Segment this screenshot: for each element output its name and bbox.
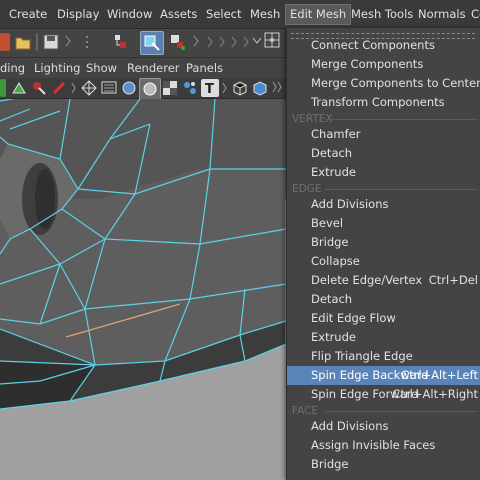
shortcut-label: Ctrl+Del [428, 273, 478, 287]
menu-item-merge-components[interactable]: Merge Components [287, 55, 480, 74]
new-scene-icon[interactable] [0, 33, 10, 51]
toolbar-separator [36, 33, 38, 51]
menu-item-edge-bevel[interactable]: Bevel [287, 214, 480, 233]
shortcut-label: Ctrl+Alt+Left [401, 368, 478, 382]
image-plane-icon[interactable] [50, 79, 68, 97]
menu-item-edge-bridge[interactable]: Bridge [287, 233, 480, 252]
resolution-gate-icon[interactable] [100, 79, 118, 97]
menu-create[interactable]: Create [5, 5, 51, 24]
wireframe-icon[interactable] [80, 79, 98, 97]
select-hierarchy-icon[interactable] [112, 33, 130, 51]
xray-icon[interactable] [231, 79, 249, 97]
menu-item-edge-extrude[interactable]: Extrude [287, 328, 480, 347]
menu-assets[interactable]: Assets [156, 5, 201, 24]
menu-item-vertex-detach[interactable]: Detach [287, 144, 480, 163]
panel-menu-panels[interactable]: Panels [186, 61, 223, 75]
toolbar-dots [84, 33, 90, 51]
panel-menu-lighting[interactable]: Lighting [34, 61, 80, 75]
menu-item-merge-to-center[interactable]: Merge Components to Center [287, 74, 480, 93]
menu-item-assign-invisible-faces[interactable]: Assign Invisible Faces [287, 436, 480, 455]
menu-item-delete-edge-vertex[interactable]: Delete Edge/Vertex Ctrl+Del [287, 271, 480, 290]
overflow-icon[interactable] [271, 79, 283, 97]
section-header-edge: EDGE [291, 182, 478, 196]
select-object-icon[interactable] [140, 31, 164, 55]
panel-menu-show[interactable]: Show [86, 61, 117, 75]
section-header-face: FACE [291, 404, 478, 418]
lights-icon[interactable] [181, 79, 199, 97]
camera-icon[interactable] [0, 79, 6, 97]
menu-item-spin-edge-backward[interactable]: Spin Edge Backward Ctrl+Alt+Left [287, 366, 480, 385]
toolbar-separator [192, 32, 202, 50]
menu-item-vertex-chamfer[interactable]: Chamfer [287, 125, 480, 144]
text-icon[interactable]: T [201, 79, 219, 97]
menu-item-vertex-extrude[interactable]: Extrude [287, 163, 480, 182]
panel-menu-bar: ding Lighting Show Renderer Panels [0, 58, 286, 78]
grid-icon[interactable] [10, 79, 28, 97]
shaded-wire-icon[interactable] [139, 78, 161, 100]
menu-mesh[interactable]: Mesh [246, 5, 284, 24]
select-component-icon[interactable] [168, 33, 186, 51]
menu-item-edge-collapse[interactable]: Collapse [287, 252, 480, 271]
texture-icon[interactable] [161, 79, 179, 97]
panel-menu-renderer[interactable]: Renderer [127, 61, 180, 75]
section-header-vertex: VERTEX [291, 112, 478, 126]
snap-grid-icon[interactable] [264, 32, 280, 48]
menu-item-connect-components[interactable]: Connect Components [287, 36, 480, 55]
status-line-toolbar [0, 29, 286, 58]
svg-text:T: T [205, 82, 214, 97]
chevron-down-icon[interactable] [251, 35, 263, 53]
menu-normals[interactable]: Normals [414, 5, 470, 24]
toolbar-separator [221, 80, 229, 98]
menu-edit-mesh[interactable]: Edit Mesh [285, 4, 352, 25]
open-scene-icon[interactable] [14, 33, 32, 51]
shortcut-label: Ctrl+Alt+Right [392, 387, 478, 401]
bookmark-icon[interactable] [30, 79, 48, 97]
menu-window[interactable]: Window [103, 5, 156, 24]
toolbar-separator [64, 32, 74, 50]
menu-more[interactable]: Co [467, 5, 480, 24]
isolate-icon[interactable] [251, 79, 269, 97]
menu-item-transform-components[interactable]: Transform Components [287, 93, 480, 112]
menu-item-spin-edge-forward[interactable]: Spin Edge Forward Ctrl+Alt+Right [287, 385, 480, 404]
menu-item-face-bridge[interactable]: Bridge [287, 455, 480, 474]
smooth-shade-icon[interactable] [120, 79, 138, 97]
main-menu-bar: Create Display Window Assets Select Mesh… [0, 0, 480, 29]
panel-menu-shading[interactable]: ding [0, 61, 25, 75]
menu-display[interactable]: Display [53, 5, 103, 24]
save-scene-icon[interactable] [42, 33, 60, 51]
menu-mesh-tools[interactable]: Mesh Tools [347, 5, 417, 24]
menu-item-edge-detach[interactable]: Detach [287, 290, 480, 309]
toolbar-separator [70, 80, 78, 98]
menu-item-edge-add-divisions[interactable]: Add Divisions [287, 195, 480, 214]
panel-toolbar: T [0, 78, 286, 100]
menu-item-face-add-divisions[interactable]: Add Divisions [287, 417, 480, 436]
edit-mesh-dropdown: Connect Components Merge Components Merg… [286, 28, 480, 480]
menu-item-flip-triangle-edge[interactable]: Flip Triangle Edge [287, 347, 480, 366]
menu-item-edit-edge-flow[interactable]: Edit Edge Flow [287, 309, 480, 328]
snap-toggles-icon[interactable] [206, 33, 256, 51]
menu-select[interactable]: Select [202, 5, 245, 24]
